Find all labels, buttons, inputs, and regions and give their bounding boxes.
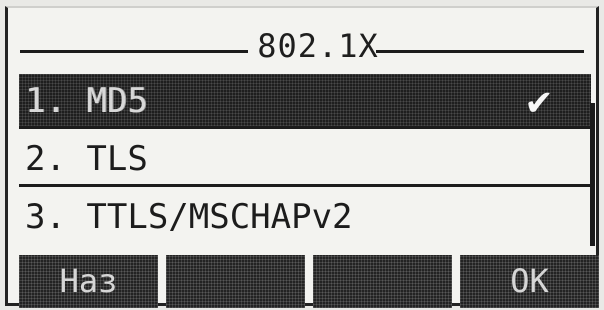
- menu-item-label: 1. MD5: [25, 81, 148, 121]
- title-divider-right: [376, 50, 584, 53]
- softkey-3[interactable]: [313, 255, 452, 308]
- checkmark-icon: ✔: [526, 78, 551, 124]
- menu-item-ttls-mschapv2[interactable]: 3. TTLS/MSCHAPv2: [19, 190, 591, 245]
- scrollbar[interactable]: [590, 103, 595, 246]
- title-divider-left: [20, 50, 248, 53]
- menu-item-label: 3. TTLS/MSCHAPv2: [25, 197, 353, 237]
- page-title: 802.1X: [257, 27, 379, 65]
- title-bar: 802.1X: [20, 26, 584, 66]
- softkey-bar: Наз OK: [19, 255, 599, 308]
- lcd-screen: 802.1X 1. MD5 ✔ 2. TLS 3. TTLS/MSCHAPv2 …: [5, 6, 599, 308]
- softkey-2[interactable]: [166, 255, 305, 308]
- ok-softkey[interactable]: OK: [460, 255, 599, 308]
- menu-list: 1. MD5 ✔ 2. TLS 3. TTLS/MSCHAPv2: [19, 74, 591, 252]
- menu-item-md5[interactable]: 1. MD5 ✔: [19, 74, 591, 129]
- menu-item-tls[interactable]: 2. TLS: [19, 132, 591, 187]
- back-softkey[interactable]: Наз: [19, 255, 158, 308]
- menu-item-label: 2. TLS: [25, 139, 148, 179]
